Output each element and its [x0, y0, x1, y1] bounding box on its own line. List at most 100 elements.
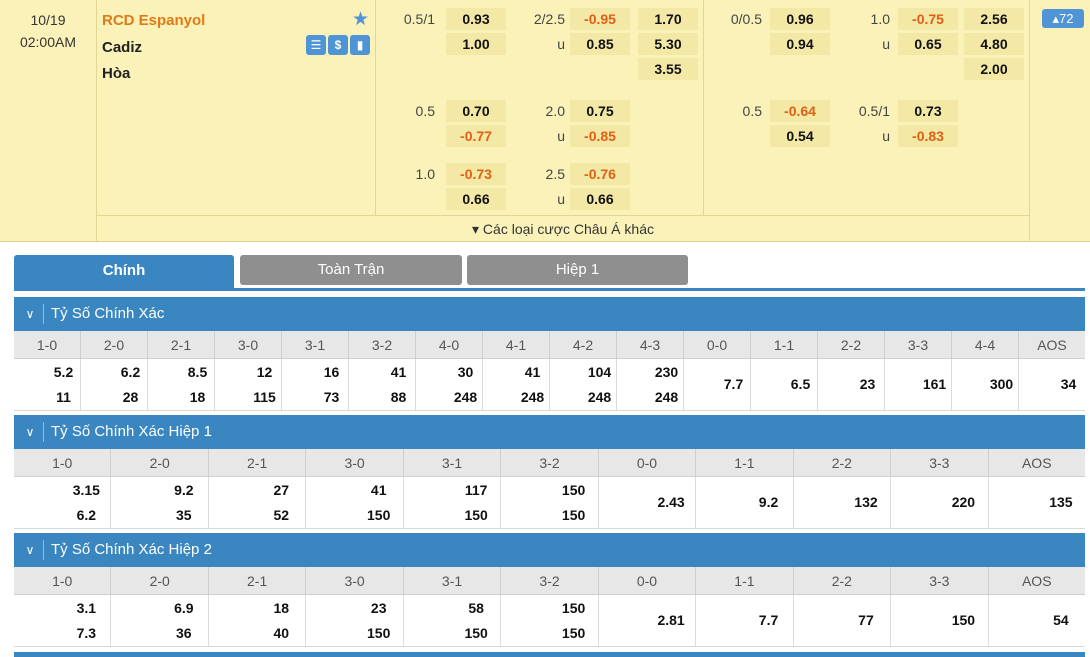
odd-away-score[interactable]: 28	[114, 389, 147, 405]
odd-away-score[interactable]: 248	[516, 389, 549, 405]
odd-home-score[interactable]: 18	[257, 600, 305, 616]
score-odds-cell[interactable]: 300	[952, 359, 1019, 410]
odd-home-score[interactable]: 9.2	[160, 482, 208, 498]
score-odds-cell[interactable]: 7.7	[696, 595, 794, 646]
odd-draw-score[interactable]: 2.43	[647, 494, 695, 510]
score-odds-cell[interactable]: 41 150	[306, 477, 404, 528]
odd-away-score[interactable]: 18	[181, 389, 214, 405]
odd-home-score[interactable]: 41	[516, 364, 549, 380]
score-odds-cell[interactable]: 5.2 11	[14, 359, 81, 410]
odd-home-score[interactable]: 230	[650, 364, 683, 380]
score-odds-cell[interactable]: 230 248	[617, 359, 684, 410]
odd-handicap-home[interactable]: 0.93	[446, 8, 506, 30]
section-header[interactable]: ∨ Tỷ Số Chính Xác Hiệp 2	[14, 533, 1085, 567]
score-odds-cell[interactable]: 77	[794, 595, 892, 646]
more-markets-badge[interactable]: ▴72	[1042, 9, 1084, 28]
score-odds-cell[interactable]: 2.43	[599, 477, 697, 528]
odd-away-score[interactable]: 40	[257, 625, 305, 641]
odd-handicap-away[interactable]: -0.77	[446, 125, 506, 147]
section-header[interactable]: ∨ Tỷ Số Chính Xác Hiệp 1	[14, 415, 1085, 449]
score-odds-cell[interactable]: 9.2	[696, 477, 794, 528]
star-icon[interactable]: ★	[352, 8, 369, 31]
odd-away-score[interactable]: 115	[248, 389, 281, 405]
odd-over[interactable]: 0.73	[898, 100, 958, 122]
odd-over[interactable]: -0.75	[898, 8, 958, 30]
odd-over[interactable]: -0.95	[570, 8, 630, 30]
odd-away-score[interactable]: 73	[315, 389, 348, 405]
stats-icon[interactable]: ▮	[350, 35, 370, 55]
odd-draw-score[interactable]: 9.2	[744, 494, 792, 510]
more-asian-bets-link[interactable]: ▾ Các loại cược Châu Á khác	[97, 215, 1029, 241]
chevron-down-icon[interactable]: ∨	[23, 297, 37, 331]
odd-home-score[interactable]: 3.1	[62, 600, 110, 616]
score-odds-cell[interactable]: 135	[989, 477, 1085, 528]
score-odds-cell[interactable]: 150 150	[501, 595, 599, 646]
odd-home-score[interactable]: 3.15	[62, 482, 110, 498]
odd-home-score[interactable]: 27	[257, 482, 305, 498]
score-odds-cell[interactable]: 23 150	[306, 595, 404, 646]
odd-over[interactable]: 0.75	[570, 100, 630, 122]
score-odds-cell[interactable]: 27 52	[209, 477, 307, 528]
odd-handicap-away[interactable]: 0.54	[770, 125, 830, 147]
odd-home-score[interactable]: 16	[315, 364, 348, 380]
odd-over[interactable]: -0.76	[570, 163, 630, 185]
odd-handicap-home[interactable]: 0.96	[770, 8, 830, 30]
tab-first-half[interactable]: Hiệp 1	[467, 255, 688, 285]
score-odds-cell[interactable]: 58 150	[404, 595, 502, 646]
odd-away-score[interactable]: 248	[583, 389, 616, 405]
odd-1x2-draw[interactable]: 2.00	[964, 58, 1024, 80]
score-odds-cell[interactable]: 23	[818, 359, 885, 410]
odd-away-score[interactable]: 6.2	[62, 507, 110, 523]
odd-draw-score[interactable]: 135	[1037, 494, 1085, 510]
odd-home-score[interactable]: 8.5	[181, 364, 214, 380]
odd-home-score[interactable]: 117	[452, 482, 500, 498]
odd-away-score[interactable]: 150	[452, 507, 500, 523]
odd-away-score[interactable]: 150	[550, 507, 598, 523]
odd-draw-score[interactable]: 220	[939, 494, 987, 510]
odd-draw-score[interactable]: 300	[985, 376, 1018, 392]
odd-home-score[interactable]: 6.9	[160, 600, 208, 616]
odd-home-score[interactable]: 104	[583, 364, 616, 380]
score-odds-cell[interactable]: 8.5 18	[148, 359, 215, 410]
odds-icon[interactable]: $	[328, 35, 348, 55]
odd-handicap-away[interactable]: 0.94	[770, 33, 830, 55]
odd-draw-score[interactable]: 54	[1037, 612, 1085, 628]
score-odds-cell[interactable]: 132	[794, 477, 892, 528]
odd-away-score[interactable]: 150	[550, 625, 598, 641]
odd-away-score[interactable]: 36	[160, 625, 208, 641]
odd-away-score[interactable]: 150	[355, 507, 403, 523]
odd-away-score[interactable]: 52	[257, 507, 305, 523]
odd-draw-score[interactable]: 150	[939, 612, 987, 628]
odd-draw-score[interactable]: 77	[842, 612, 890, 628]
score-odds-cell[interactable]: 161	[885, 359, 952, 410]
score-odds-cell[interactable]: 34	[1019, 359, 1085, 410]
odd-draw-score[interactable]: 2.81	[647, 612, 695, 628]
odd-home-score[interactable]: 6.2	[114, 364, 147, 380]
odd-draw-score[interactable]: 6.5	[784, 376, 817, 392]
odd-away-score[interactable]: 88	[382, 389, 415, 405]
odd-away-score[interactable]: 150	[355, 625, 403, 641]
odd-draw-score[interactable]: 132	[842, 494, 890, 510]
lineup-icon[interactable]: ☰	[306, 35, 326, 55]
odd-draw-score[interactable]: 7.7	[717, 376, 750, 392]
score-odds-cell[interactable]: 41 88	[349, 359, 416, 410]
score-odds-cell[interactable]: 150 150	[501, 477, 599, 528]
odd-away-score[interactable]: 248	[449, 389, 482, 405]
tab-full-match[interactable]: Toàn Trận	[240, 255, 462, 285]
odd-under[interactable]: -0.85	[570, 125, 630, 147]
odd-away-score[interactable]: 7.3	[62, 625, 110, 641]
score-odds-cell[interactable]: 41 248	[483, 359, 550, 410]
score-odds-cell[interactable]: 2.81	[599, 595, 697, 646]
odd-home-score[interactable]: 23	[355, 600, 403, 616]
tab-main[interactable]: Chính	[14, 255, 234, 291]
odd-handicap-home[interactable]: -0.64	[770, 100, 830, 122]
score-odds-cell[interactable]: 150	[891, 595, 989, 646]
away-team[interactable]: Cadiz	[102, 39, 142, 56]
odd-1x2-away[interactable]: 4.80	[964, 33, 1024, 55]
odd-draw-score[interactable]: 7.7	[744, 612, 792, 628]
odd-home-score[interactable]: 58	[452, 600, 500, 616]
odd-draw-score[interactable]: 34	[1052, 376, 1085, 392]
odd-home-score[interactable]: 30	[449, 364, 482, 380]
odd-away-score[interactable]: 35	[160, 507, 208, 523]
odd-away-score[interactable]: 11	[47, 389, 80, 405]
